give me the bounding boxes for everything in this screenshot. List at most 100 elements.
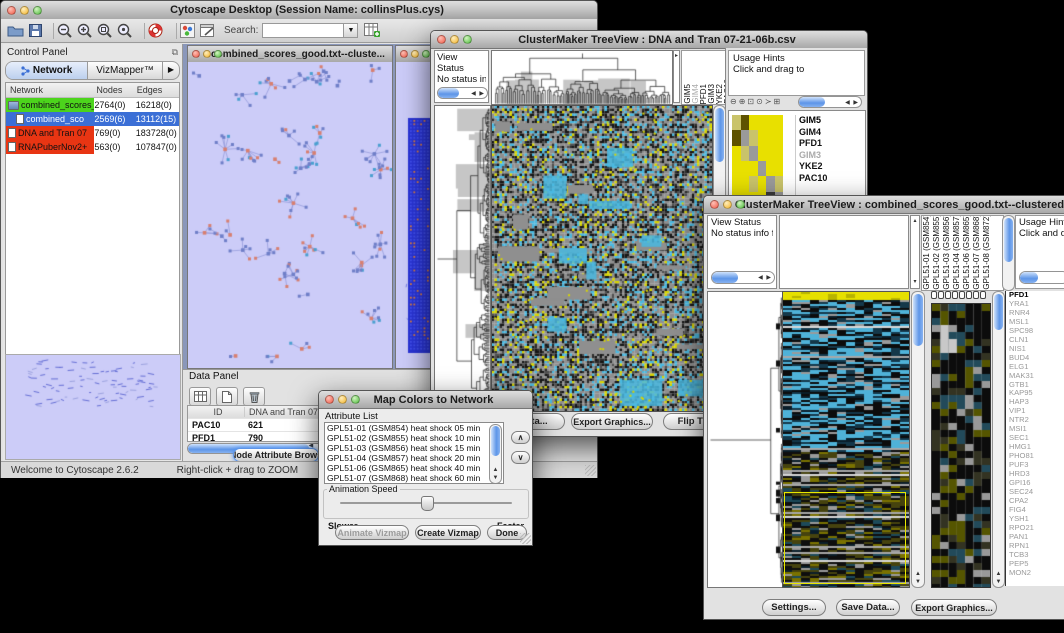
view-status-text: No status info f [711,228,773,239]
minimize-icon[interactable] [723,200,732,209]
treeview2-genelist-vscrollbar[interactable]: ▲▼ [992,291,1005,588]
vizmapper-icon[interactable] [180,23,195,38]
attribute-vscrollbar[interactable]: ▲▼ [489,424,502,484]
main-titlebar[interactable]: Cytoscape Desktop (Session Name: collins… [1,1,597,20]
create-vizmap-button[interactable]: Create Vizmap [415,525,481,540]
attribute-listbox[interactable]: GPL51-01 (GSM854) heat shock 05 minGPL51… [324,422,504,484]
treeview1-column-dendrogram[interactable] [491,50,673,105]
select-attributes-icon[interactable] [189,387,211,406]
treeview1-heatmap[interactable] [491,105,713,412]
attribute-item[interactable]: GPL51-06 (GSM865) heat shock 40 min [325,463,503,473]
status-center: Right-click + drag to ZOOM [177,465,298,476]
treeview1-export-graphics-button[interactable]: Export Graphics... [571,413,653,430]
treeview2-settings-button[interactable]: Settings... [762,599,826,616]
node-attribute-browser-button[interactable]: Node Attribute Brows [233,448,319,462]
network-view-window-1[interactable]: combined_scores_good.txt--cluste... [187,45,393,369]
delete-attribute-icon[interactable] [243,387,265,406]
usage-hscrollbar[interactable] [1019,271,1064,284]
zoom-window-icon[interactable] [214,50,222,58]
resize-grip[interactable] [520,533,531,544]
float-panel-icon[interactable]: ⧉ [172,47,178,58]
attribute-item[interactable]: GPL51-02 (GSM855) heat shock 10 min [325,433,503,443]
minimize-icon[interactable] [450,35,459,44]
close-icon[interactable] [437,35,446,44]
treeview1-row-dendrogram[interactable] [434,105,491,412]
close-icon[interactable] [192,50,200,58]
treeview2-column-dendrogram[interactable] [779,215,909,289]
attribute-item[interactable]: GPL51-07 (GSM868) heat shock 60 min [325,473,503,483]
search-input[interactable]: ▼ [262,23,358,38]
network-row[interactable]: DNA and Tran 07769(0)183728(0) [6,126,179,140]
close-icon[interactable] [400,50,408,58]
attribute-item[interactable]: GPL51-04 (GSM857) heat shock 20 min [325,453,503,463]
column-header-nodes[interactable]: Nodes [96,85,136,95]
open-icon[interactable] [7,24,24,37]
treeview2-export-graphics-button[interactable]: Export Graphics... [911,599,997,616]
treeview2-save-data-button[interactable]: Save Data... [836,599,900,616]
edge-count: 16218(0) [136,100,179,110]
treeview2-tree-splitter[interactable]: ▴▾ [910,215,920,289]
matrix-cell [758,161,767,176]
attribute-table-icon[interactable] [364,23,380,38]
treeview2-collabel-vscrollbar[interactable] [1002,215,1015,291]
treeview1-titlebar[interactable]: ClusterMaker TreeView : DNA and Tran 07-… [431,31,867,49]
minimize-icon[interactable] [203,50,211,58]
resize-grip[interactable] [585,465,596,476]
dialog-titlebar[interactable]: Map Colors to Network [319,391,532,409]
speed-slider-thumb[interactable] [421,496,434,511]
treeview2-row-dendrogram[interactable] [707,291,783,588]
treeview-zoom-icons[interactable]: ⊖⊕⊡⊙≻⊞ [730,97,782,106]
zoom-window-icon[interactable] [463,35,472,44]
treeview1-tree-splitter[interactable]: ▸ [673,50,680,103]
birdseye-view[interactable] [5,354,181,460]
network-row[interactable]: RNAPuberNov2+563(0)107847(0) [6,140,179,154]
minimize-icon[interactable] [338,395,347,404]
matrix-cell [758,130,767,145]
usage-hints-text: Click and drag to [1019,228,1064,239]
close-icon[interactable] [710,200,719,209]
zoom-window-icon[interactable] [351,395,360,404]
tab-overflow-icon[interactable]: ▶ [162,62,179,79]
network-window-title: combined_scores_good.txt--cluste... [208,49,388,60]
help-icon[interactable] [148,23,163,38]
move-up-button[interactable]: ∧ [511,431,530,444]
minimize-icon[interactable] [411,50,419,58]
treeview2-vscrollbar[interactable]: ▲▼ [911,291,925,588]
zoom-out-icon[interactable] [57,23,73,39]
animate-vizmap-button[interactable]: Animate Vizmap [335,525,409,540]
column-header-edges[interactable]: Edges [137,85,179,95]
treeview2-titlebar[interactable]: ClusterMaker TreeView : combined_scores_… [704,196,1064,214]
treeview2-detail-heatmap[interactable] [931,303,991,588]
move-down-button[interactable]: ∨ [511,451,530,464]
view-status-hscrollbar[interactable]: ◀ ▶ [711,271,775,284]
gene-label: GIM4 [799,127,865,139]
usage-hscrollbar[interactable]: ◀ ▶ [798,96,862,108]
correlation-matrix[interactable] [732,115,783,207]
view-status-hscrollbar[interactable]: ◀ ▶ [437,87,488,99]
gene-label: GIM5 [799,115,865,127]
new-attribute-icon[interactable] [216,387,238,406]
zoom-fit-icon[interactable] [97,23,113,39]
attribute-item[interactable]: GPL51-01 (GSM854) heat shock 05 min [325,423,503,433]
export-graphics-label: Export Graphics... [573,417,651,427]
zoom-window-icon[interactable] [736,200,745,209]
network-canvas[interactable] [188,62,392,368]
edit-network-icon[interactable] [200,23,216,38]
minimize-icon[interactable] [20,6,29,15]
tab-network[interactable]: Network [6,62,88,79]
close-icon[interactable] [7,6,16,15]
zoom-selected-icon[interactable] [117,23,133,39]
zoom-in-icon[interactable] [77,23,93,39]
network-name: combined_scores_ [21,100,94,110]
attribute-item[interactable]: GPL51-03 (GSM856) heat shock 15 min [325,443,503,453]
tab-vizmapper[interactable]: VizMapper™ [88,62,162,79]
zoom-window-icon[interactable] [422,50,430,58]
network-row[interactable]: combined_scores_2764(0)16218(0) [6,98,179,112]
zoom-window-icon[interactable] [33,6,42,15]
close-icon[interactable] [325,395,334,404]
network-row[interactable]: combined_sco2569(6)13112(15) [6,112,179,126]
column-header-network[interactable]: Network [6,83,96,97]
search-dropdown-icon[interactable]: ▼ [343,24,357,37]
save-icon[interactable] [29,24,42,37]
id-column-header[interactable]: ID [188,407,244,417]
